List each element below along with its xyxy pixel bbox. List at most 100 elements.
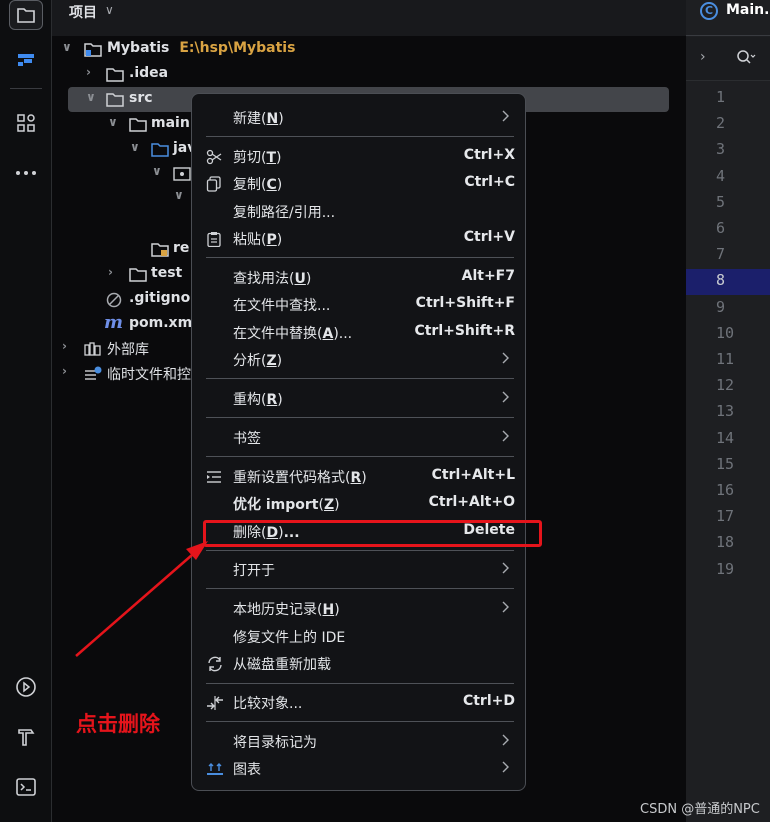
chevron-right-icon[interactable]: › — [108, 265, 113, 279]
chevron-down-icon[interactable]: ∨ — [108, 115, 118, 129]
run-services-icon[interactable] — [9, 672, 43, 702]
project-panel-title[interactable]: 项目 — [69, 2, 97, 22]
resources-folder-icon — [151, 242, 169, 261]
menu-item-new[interactable]: 新建(N) — [192, 105, 527, 131]
menu-item-bookmarks[interactable]: 书签 — [192, 425, 527, 451]
build-hammer-icon[interactable] — [9, 722, 43, 752]
line-number[interactable]: 3 — [686, 138, 770, 164]
menu-item-mark-directory[interactable]: 将目录标记为 — [192, 729, 527, 755]
tree-item-label: pom.xm — [129, 315, 193, 331]
tree-item-idea[interactable]: › .idea — [52, 62, 669, 87]
editor-tab-main[interactable]: Main. — [726, 2, 769, 18]
more-icon[interactable] — [9, 158, 43, 188]
scratches-icon — [84, 366, 102, 386]
line-number[interactable]: 7 — [686, 243, 770, 269]
tree-item-mybatis[interactable]: ∨ Mybatis E:\hsp\Mybatis — [52, 37, 669, 62]
annotation-text: 点击删除 — [76, 712, 160, 736]
line-number-text: 13 — [716, 402, 735, 421]
menu-mnemonic: P — [266, 232, 277, 248]
menu-shortcut: Ctrl+D — [462, 693, 515, 709]
menu-item-paste[interactable]: 粘贴(P) Ctrl+V — [192, 226, 527, 252]
menu-item-cut[interactable]: 剪切(T) Ctrl+X — [192, 144, 527, 170]
menu-item-label: 复制路径/引用... — [233, 205, 336, 221]
menu-item-local-history[interactable]: 本地历史记录(H) — [192, 596, 527, 622]
chevron-down-icon[interactable]: ∨ — [130, 140, 140, 154]
reload-icon — [206, 656, 224, 676]
menu-shortcut: Ctrl+Alt+L — [431, 467, 515, 483]
menu-item-find-usages[interactable]: 查找用法(U) Alt+F7 — [192, 265, 527, 291]
line-number[interactable]: 4 — [686, 165, 770, 191]
menu-shortcut: Ctrl+C — [464, 174, 515, 190]
menu-item-compare-with[interactable]: 比较对象... Ctrl+D — [192, 690, 527, 716]
line-number[interactable]: 16 — [686, 479, 770, 505]
menu-item-analyze[interactable]: 分析(Z) — [192, 347, 527, 373]
tree-item-label: src — [129, 90, 153, 106]
submenu-chevron-icon — [501, 391, 509, 407]
menu-item-label: 复制 — [233, 177, 261, 193]
menu-item-find-in-files[interactable]: 在文件中查找... Ctrl+Shift+F — [192, 292, 527, 318]
chevron-right-icon[interactable]: › — [700, 49, 706, 65]
tree-item-label: .gitigno — [129, 290, 191, 306]
menu-item-label: 分析 — [233, 353, 261, 369]
line-number[interactable]: 2 — [686, 112, 770, 138]
context-menu: 新建(N) 剪切(T) Ctrl+X 复制(C) Ctrl+C 复制路径/引用.… — [191, 93, 526, 791]
plugins-icon[interactable] — [9, 108, 43, 138]
menu-shortcut: Ctrl+Alt+O — [428, 494, 515, 510]
line-number[interactable]: 19 — [686, 558, 770, 584]
chevron-right-icon[interactable]: › — [86, 65, 91, 79]
copy-icon — [206, 176, 222, 196]
menu-shortcut: Ctrl+X — [463, 147, 515, 163]
menu-separator — [206, 456, 514, 457]
line-number[interactable]: 14 — [686, 427, 770, 453]
menu-item-refactor[interactable]: 重构(R) — [192, 386, 527, 412]
line-number-text: 10 — [716, 323, 735, 342]
structure-icon[interactable] — [9, 45, 43, 75]
chevron-right-icon[interactable]: › — [62, 339, 67, 353]
menu-mnemonic: H — [322, 602, 335, 618]
line-number-text: 18 — [716, 533, 735, 552]
menu-item-replace-in-files[interactable]: 在文件中替换(A)... Ctrl+Shift+R — [192, 320, 527, 346]
menu-item-copy[interactable]: 复制(C) Ctrl+C — [192, 171, 527, 197]
line-number[interactable]: 9 — [686, 296, 770, 322]
submenu-chevron-icon — [501, 562, 509, 578]
menu-item-copy-path[interactable]: 复制路径/引用... — [192, 199, 527, 225]
tree-item-label: 外部库 — [107, 342, 149, 358]
scissors-icon — [206, 149, 222, 169]
line-number[interactable]: 8 — [686, 269, 770, 296]
line-number[interactable]: 11 — [686, 348, 770, 374]
menu-mnemonic: Z — [323, 497, 335, 513]
menu-item-diagrams[interactable]: 图表 — [192, 756, 527, 782]
menu-item-label: 粘贴 — [233, 232, 261, 248]
menu-item-label: 书签 — [233, 431, 261, 447]
menu-item-repair-ide[interactable]: 修复文件上的 IDE — [192, 624, 527, 650]
chevron-down-icon[interactable]: ∨ — [174, 188, 184, 202]
menu-item-reformat[interactable]: 重新设置代码格式(R) Ctrl+Alt+L — [192, 464, 527, 490]
line-number[interactable]: 5 — [686, 191, 770, 217]
line-number[interactable]: 17 — [686, 505, 770, 531]
terminal-icon[interactable] — [9, 772, 43, 802]
project-folder-icon[interactable] — [9, 0, 43, 30]
folder-icon — [129, 117, 147, 136]
line-number[interactable]: 15 — [686, 453, 770, 479]
line-number[interactable]: 1 — [686, 86, 770, 112]
line-number[interactable]: 10 — [686, 322, 770, 348]
menu-item-label: 图表 — [233, 762, 261, 778]
chevron-right-icon[interactable]: › — [62, 364, 67, 378]
menu-item-open-in[interactable]: 打开于 — [192, 557, 527, 583]
line-number[interactable]: 12 — [686, 374, 770, 400]
compare-icon — [206, 695, 224, 715]
chevron-down-icon[interactable]: ∨ — [62, 40, 72, 54]
line-number[interactable]: 18 — [686, 531, 770, 557]
chevron-down-icon[interactable]: ∨ — [152, 164, 162, 178]
menu-item-reload-from-disk[interactable]: 从磁盘重新加载 — [192, 651, 527, 677]
menu-shortcut: Ctrl+V — [463, 229, 515, 245]
line-number-text: 1 — [716, 88, 726, 106]
line-number[interactable]: 13 — [686, 400, 770, 426]
chevron-down-icon[interactable]: ∨ — [86, 90, 96, 104]
package-icon — [173, 166, 191, 185]
line-number[interactable]: 6 — [686, 217, 770, 243]
search-icon[interactable] — [736, 49, 756, 69]
editor-area: C Main. › 1 2 3 4 5 6 7 8 9 10 11 12 13 14 15 16 17 18 19 — [686, 0, 770, 822]
menu-item-optimize-imports[interactable]: 优化 import(Z) Ctrl+Alt+O — [192, 491, 527, 517]
chevron-down-icon[interactable]: ∨ — [105, 3, 114, 17]
